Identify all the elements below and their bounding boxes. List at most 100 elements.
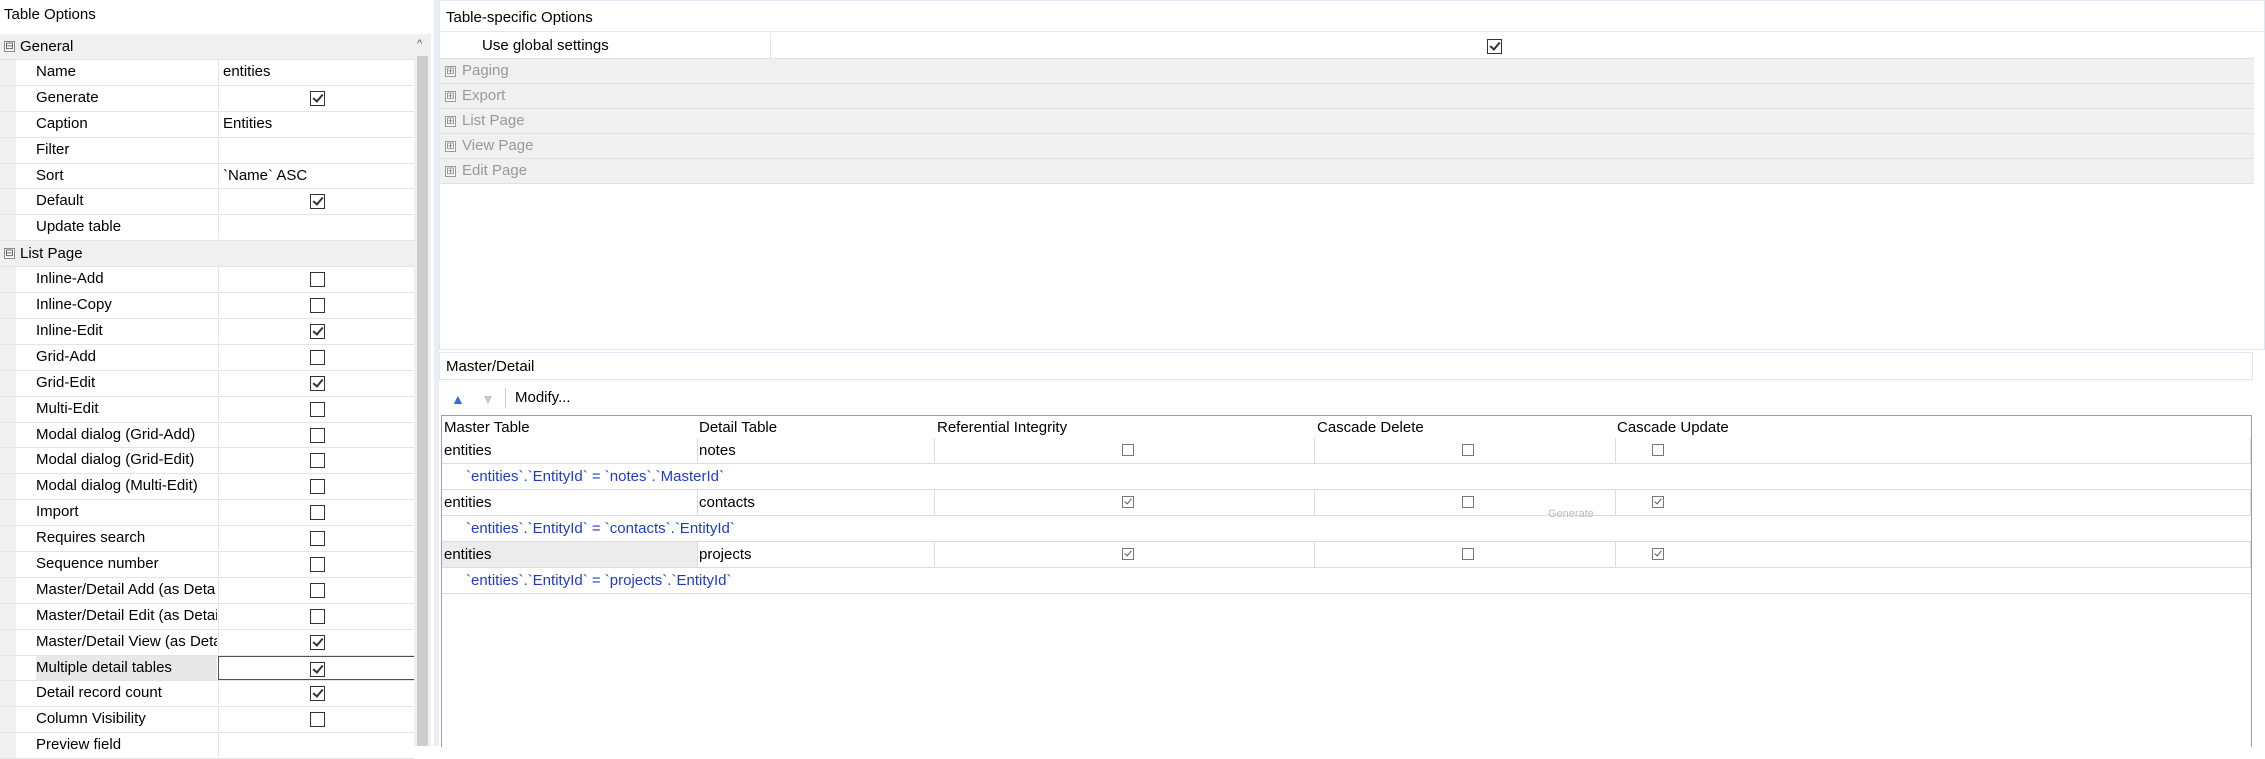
property-value[interactable] [218,552,417,577]
section-edit-page[interactable]: ⊞ Edit Page [440,159,2254,184]
checkbox[interactable] [310,453,325,469]
checkbox[interactable] [310,661,325,677]
cascade-update-checkbox[interactable] [1652,548,1664,560]
property-row-column-visibility[interactable]: Column Visibility [0,707,417,734]
expand-icon[interactable]: ⊞ [445,141,456,152]
property-value[interactable] [218,448,417,473]
property-value[interactable] [218,681,417,706]
section-view-page[interactable]: ⊞ View Page [440,134,2254,159]
property-row-default[interactable]: Default [0,189,417,216]
cascade-update-checkbox[interactable] [1652,496,1664,508]
property-value[interactable] [218,396,417,421]
property-grid-scrollbar[interactable]: ^ [414,34,431,746]
property-row-filter[interactable]: Filter [0,137,417,164]
property-value[interactable]: Entities [218,111,417,136]
property-value[interactable] [218,655,418,680]
property-value[interactable] [218,629,417,654]
checkbox[interactable] [310,349,325,365]
checkbox[interactable] [310,272,325,288]
checkbox[interactable] [310,194,325,210]
property-row-detail-record-count[interactable]: Detail record count [0,681,417,708]
expand-icon[interactable]: ⊞ [445,91,456,102]
property-row-preview-field[interactable]: Preview field [0,733,414,759]
cascade-update-checkbox[interactable] [1652,444,1664,456]
property-value[interactable] [218,215,417,240]
cascade-delete-checkbox[interactable] [1462,444,1474,456]
column-header-cascade-delete[interactable]: Cascade Delete [1317,419,1424,436]
checkbox[interactable] [310,634,325,650]
expand-icon[interactable]: ⊞ [445,66,456,77]
property-row-inline-edit[interactable]: Inline-Edit [0,319,414,345]
checkbox[interactable] [310,531,325,547]
property-value[interactable] [218,189,417,214]
move-down-icon[interactable]: ▼ [481,391,495,407]
section-paging[interactable]: ⊞ Paging [440,59,2254,84]
checkbox[interactable] [310,505,325,521]
master-table-cell[interactable]: entities [442,438,698,463]
referential-integrity-checkbox[interactable] [1122,548,1134,560]
move-up-icon[interactable]: ▲ [451,391,465,407]
checkbox[interactable] [310,90,325,106]
property-value[interactable] [218,526,417,551]
cascade-delete-checkbox[interactable] [1462,548,1474,560]
collapse-icon[interactable]: ⊟ [4,248,15,260]
property-value[interactable] [218,137,417,162]
property-row-master-detail-add-as-deta[interactable]: Master/Detail Add (as Deta [0,577,417,604]
checkbox[interactable] [310,712,325,728]
property-value[interactable] [218,344,417,369]
referential-integrity-checkbox[interactable] [1122,496,1134,508]
column-header-master-table[interactable]: Master Table [444,419,530,436]
master-table-cell[interactable]: entities [442,542,698,567]
property-row-modal-dialog-grid-edit[interactable]: Modal dialog (Grid-Edit) [0,448,417,475]
column-header-referential-integrity[interactable]: Referential Integrity [937,419,1067,436]
detail-table-cell[interactable]: contacts [697,490,935,515]
checkbox[interactable] [310,582,325,598]
scroll-up-icon[interactable]: ^ [417,38,422,50]
category-general[interactable]: ⊟ General [0,34,414,60]
property-row-modal-dialog-grid-add[interactable]: Modal dialog (Grid-Add) [0,422,417,449]
section-export[interactable]: ⊞ Export [440,84,2254,109]
property-value[interactable] [218,319,417,344]
property-value[interactable] [218,500,417,525]
scrollbar-thumb[interactable] [417,56,428,746]
property-value[interactable] [218,370,417,395]
modify-button[interactable]: Modify... [511,387,575,409]
property-row-multi-edit[interactable]: Multi-Edit [0,396,417,423]
property-value[interactable] [218,293,417,318]
property-row-inline-add[interactable]: Inline-Add [0,267,417,294]
property-value[interactable] [218,707,417,732]
checkbox[interactable] [310,686,325,702]
property-value[interactable] [218,603,417,628]
checkbox[interactable] [310,608,325,624]
property-row-sort[interactable]: Sort `Name` ASC [0,163,417,190]
property-row-sequence-number[interactable]: Sequence number [0,552,414,578]
expand-icon[interactable]: ⊞ [445,166,456,177]
expand-icon[interactable]: ⊞ [445,116,456,127]
property-row-caption[interactable]: Caption Entities [0,111,417,138]
property-value[interactable]: `Name` ASC [218,163,417,188]
property-value[interactable] [218,474,417,499]
cascade-delete-checkbox[interactable] [1462,496,1474,508]
property-row-name[interactable]: Name entities [0,60,414,86]
referential-integrity-checkbox[interactable] [1122,444,1134,456]
property-row-update-table[interactable]: Update table [0,215,417,242]
property-value[interactable] [218,577,417,602]
property-value[interactable] [218,85,417,110]
checkbox[interactable] [310,298,325,314]
collapse-icon[interactable]: ⊟ [4,41,15,52]
property-value[interactable] [218,267,417,292]
relation-row[interactable]: entities projects [442,542,2251,568]
column-header-detail-table[interactable]: Detail Table [699,419,777,436]
property-value[interactable]: entities [218,60,417,84]
property-row-grid-edit[interactable]: Grid-Edit [0,370,417,397]
property-value[interactable] [218,422,417,447]
property-row-import[interactable]: Import [0,500,417,527]
master-table-cell[interactable]: entities [442,490,698,515]
category-list-page[interactable]: ⊟ List Page [0,241,414,268]
checkbox[interactable] [310,375,325,391]
checkbox[interactable] [310,324,325,340]
detail-table-cell[interactable]: notes [697,438,935,463]
relation-row[interactable]: entities contacts [442,490,2251,516]
property-row-generate[interactable]: Generate [0,85,417,112]
property-row-master-detail-edit-as-detai[interactable]: Master/Detail Edit (as Detai [0,603,417,630]
